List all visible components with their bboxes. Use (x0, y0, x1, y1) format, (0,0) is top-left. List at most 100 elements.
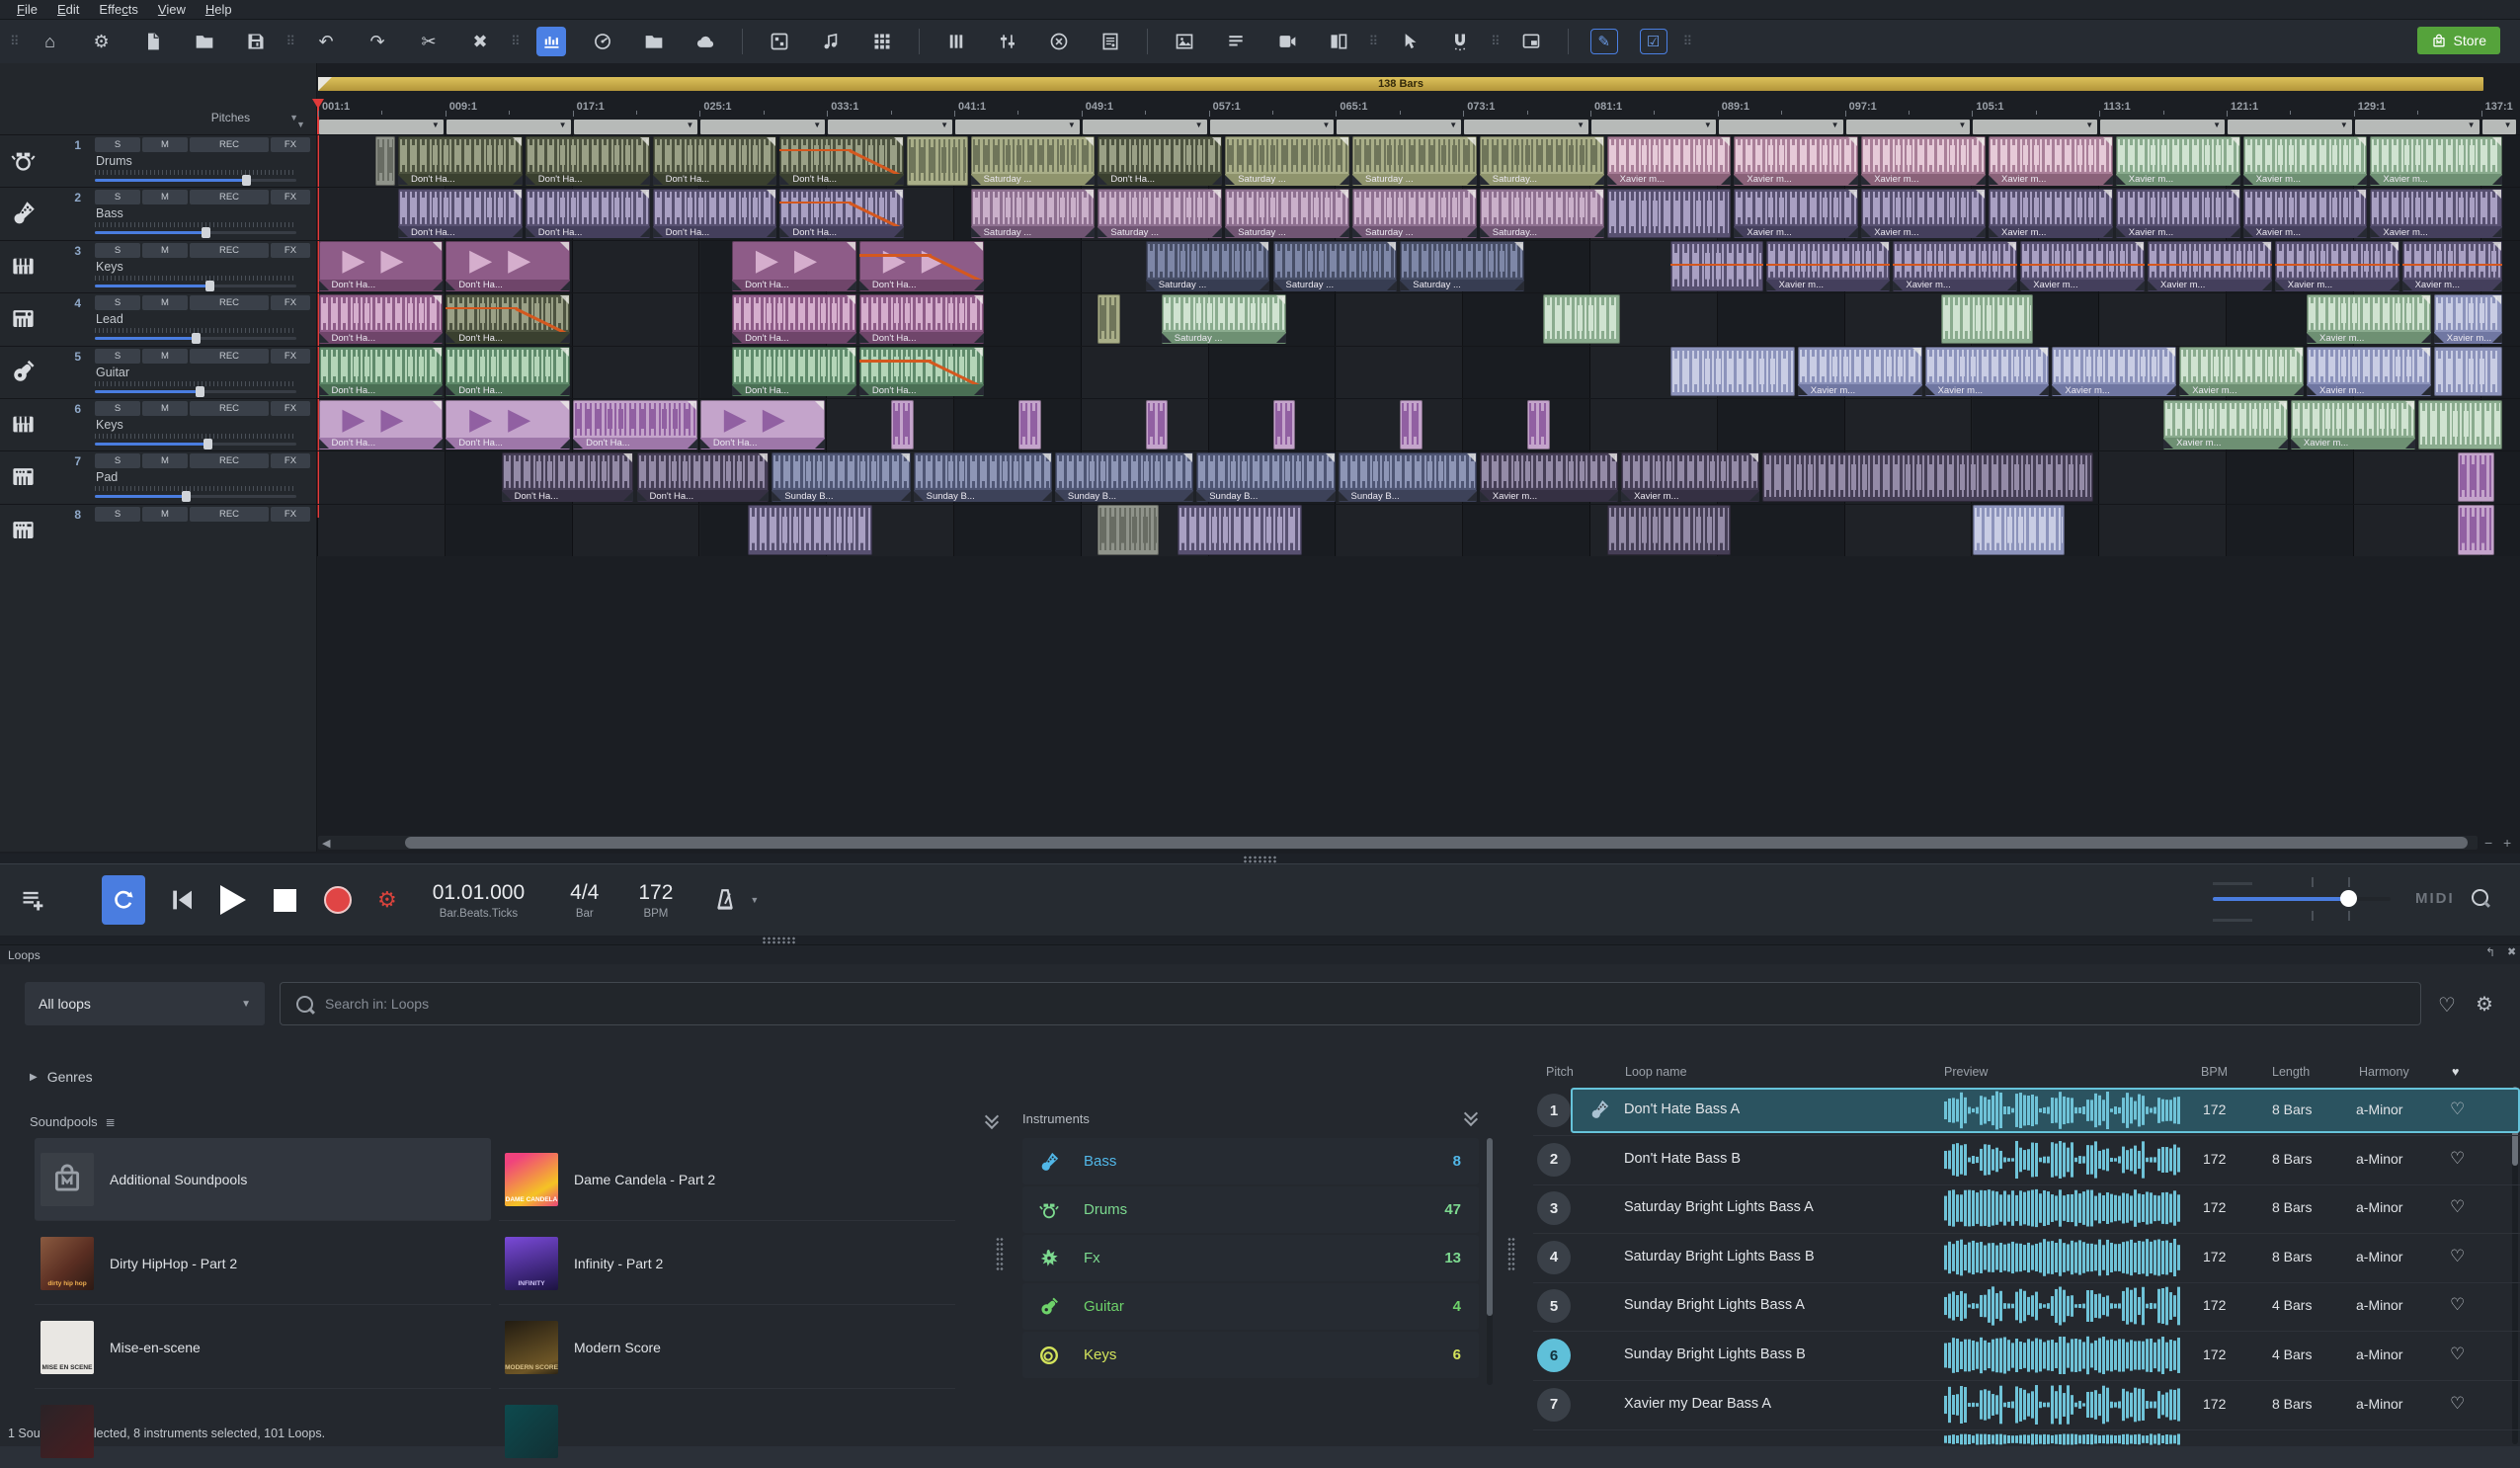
favorites-filter-icon[interactable]: ♡ (2438, 993, 2456, 1018)
audio-clip[interactable] (1607, 505, 1732, 554)
audio-clip[interactable] (1146, 400, 1169, 449)
audio-clip[interactable]: Don't Ha... (1097, 136, 1222, 186)
track-volume-slider[interactable] (95, 179, 296, 182)
audio-clip[interactable] (2458, 452, 2494, 502)
audio-clip[interactable]: ▶▶Don't Ha... (446, 241, 570, 290)
pitch-badge[interactable]: 2 (1537, 1143, 1571, 1177)
audio-clip[interactable]: Don't Ha... (637, 452, 770, 502)
track-fx-button[interactable]: FX (271, 243, 310, 258)
audio-clip[interactable]: Don't Ha... (653, 189, 777, 238)
audio-clip[interactable]: Saturday ... (1097, 189, 1222, 238)
track-volume-slider[interactable] (95, 443, 296, 446)
audio-clip[interactable]: Saturday... (1480, 189, 1604, 238)
loop-row-5[interactable]: 5Sunday Bright Lights Bass A1724 Barsa-M… (1533, 1282, 2520, 1332)
loop-waveform-preview[interactable] (1944, 1336, 2181, 1380)
add-track-icon[interactable] (20, 886, 47, 914)
genres-section-toggle[interactable]: ▶ Genres (30, 1069, 93, 1085)
select-all-soundpools-icon[interactable] (984, 1113, 1000, 1129)
audio-clip[interactable]: Saturday ... (971, 189, 1096, 238)
loop-filter-dropdown[interactable]: All loops ▼ (25, 982, 265, 1025)
audio-clip[interactable]: Xavier m... (2275, 241, 2399, 290)
favorite-icon[interactable]: ♡ (2450, 1197, 2465, 1217)
loop-range-bar[interactable]: 138 Bars (318, 77, 2483, 91)
soundpool-item[interactable]: MODERN SCOREModern Score (499, 1306, 955, 1389)
transport-search-icon[interactable] (2472, 889, 2488, 906)
track-fx-button[interactable]: FX (271, 295, 310, 310)
audio-clip[interactable] (1097, 294, 1120, 344)
track-s-button[interactable]: S (95, 190, 140, 204)
settings-icon[interactable]: ⚙ (87, 27, 117, 56)
track-volume-knob[interactable] (203, 439, 212, 449)
audio-clip[interactable] (2458, 505, 2494, 554)
audio-clip[interactable]: Xavier m... (1989, 189, 2113, 238)
song-part-block[interactable] (2355, 120, 2479, 134)
track-volume-slider[interactable] (95, 231, 296, 234)
loop-row-7[interactable]: 7Xavier my Dear Bass A1728 Barsa-Minor♡ (1533, 1381, 2520, 1430)
section-resize-handle[interactable] (996, 1237, 1004, 1270)
track-fx-button[interactable]: FX (271, 453, 310, 468)
track-volume-knob[interactable] (182, 491, 191, 502)
section-resize-handle[interactable] (1507, 1237, 1515, 1270)
stop-button[interactable] (274, 889, 296, 912)
audio-clip[interactable]: ▶▶Don't Ha... (700, 400, 825, 449)
edit-panel-toggle-icon[interactable]: ✎ (1590, 29, 1618, 54)
track-rec-button[interactable]: REC (190, 349, 269, 364)
audio-clip[interactable] (1400, 400, 1423, 449)
loop-waveform-preview[interactable] (1944, 1385, 2181, 1429)
metronome-icon[interactable] (712, 887, 738, 913)
audio-clip[interactable]: Saturday... (1480, 136, 1604, 186)
cut-icon[interactable]: ✂ (414, 27, 444, 56)
snap-magnet-icon[interactable] (1445, 27, 1475, 56)
audio-clip[interactable] (1607, 189, 1732, 238)
audio-clip[interactable]: Saturday ... (1225, 189, 1349, 238)
track-fx-button[interactable]: FX (271, 349, 310, 364)
new-project-icon[interactable] (138, 27, 168, 56)
audio-clip[interactable]: Don't Ha... (398, 136, 523, 186)
audio-clip[interactable] (907, 136, 967, 186)
select-all-instruments-icon[interactable] (1463, 1110, 1479, 1126)
audio-clip[interactable]: Xavier m... (1861, 189, 1986, 238)
audio-clip[interactable]: Sunday B... (1196, 452, 1335, 502)
track-rec-button[interactable]: REC (190, 137, 269, 152)
audio-clip[interactable]: Don't Ha... (446, 347, 570, 396)
track-m-button[interactable]: M (142, 295, 188, 310)
audio-clip[interactable]: Don't Ha... (779, 189, 904, 238)
audio-clip[interactable]: Sunday B... (1339, 452, 1477, 502)
track-volume-slider[interactable] (95, 495, 296, 498)
save-project-icon[interactable] (241, 27, 271, 56)
instrument-item-keys[interactable]: Keys6 (1022, 1332, 1479, 1378)
track-volume-slider[interactable] (95, 390, 296, 393)
toolbar-drag-handle[interactable]: ⠿ (1683, 34, 1693, 49)
toolbar-drag-handle[interactable]: ⠿ (511, 34, 521, 49)
audio-clip[interactable] (1762, 452, 2093, 502)
track-m-button[interactable]: M (142, 190, 188, 204)
track-lane[interactable]: Don't Ha...Don't Ha...Don't Ha...Don't H… (317, 293, 2520, 345)
audio-clip[interactable]: Xavier m... (1607, 136, 1732, 186)
skip-to-start-button[interactable] (167, 885, 197, 915)
column-header-harmony[interactable]: Harmony (2359, 1065, 2409, 1079)
audio-clip[interactable]: Saturday ... (971, 136, 1096, 186)
track-volume-knob[interactable] (242, 175, 251, 186)
image-view-icon[interactable] (1170, 27, 1199, 56)
favorite-icon[interactable]: ♡ (2450, 1394, 2465, 1414)
menu-edit[interactable]: Edit (48, 1, 88, 18)
track-m-button[interactable]: M (142, 349, 188, 364)
song-part-block[interactable] (2228, 120, 2352, 134)
audio-clip[interactable]: Xavier m... (2291, 400, 2415, 449)
audio-clip[interactable]: Xavier m... (2370, 136, 2502, 186)
automation-icon[interactable] (993, 27, 1022, 56)
undo-icon[interactable]: ↶ (311, 27, 341, 56)
song-part-block[interactable] (1464, 120, 1588, 134)
track-volume-knob[interactable] (205, 281, 214, 291)
track-rec-button[interactable]: REC (190, 507, 269, 522)
audio-clip[interactable] (1527, 400, 1550, 449)
toolbar-drag-handle[interactable]: ⠿ (10, 34, 20, 49)
track-header-pad[interactable]: 7SMRECFXPad (0, 451, 316, 503)
soundpool-item[interactable]: dirty hip hopDirty HipHop - Part 2 (35, 1222, 491, 1305)
track-lane[interactable]: Don't Ha...Don't Ha...Don't Ha...Don't H… (317, 188, 2520, 239)
track-fx-button[interactable]: FX (271, 137, 310, 152)
zoom-in-icon[interactable]: + (2503, 835, 2511, 851)
panel-drag-handle[interactable] (762, 937, 795, 944)
audio-clip[interactable]: Xavier m... (1893, 241, 2017, 290)
column-header-loop-name[interactable]: Loop name (1625, 1065, 1687, 1079)
